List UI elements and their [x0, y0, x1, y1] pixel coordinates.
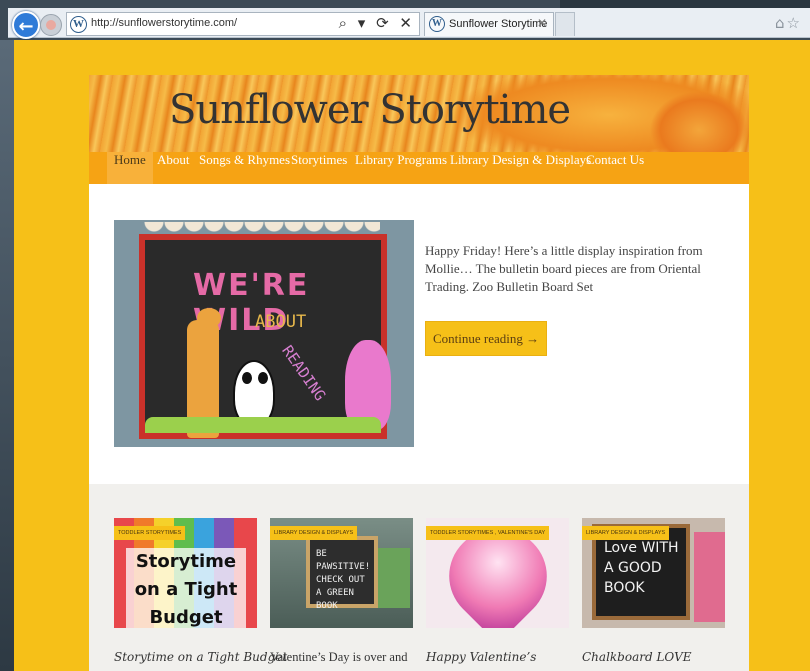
wordpress-icon: W: [429, 16, 445, 32]
board-subtitle-text: ABOUT: [255, 312, 307, 332]
main-nav: Home About Songs & Rhymes Storytimes Lib…: [89, 152, 749, 190]
thumbnail-text: BE PAWSITIVE! CHECK OUT A GREEN BOOK: [316, 549, 371, 611]
post-title[interactable]: Valentine’s Day is over and: [270, 650, 413, 665]
nav-item-library-design-displays[interactable]: Library Design & Displays: [450, 152, 591, 184]
post-thumbnail[interactable]: TODDLER STORYTIMES , VALENTINE'S DAY: [426, 518, 569, 628]
new-tab-button[interactable]: [555, 12, 575, 36]
nav-item-contact-us[interactable]: Contact Us: [586, 152, 644, 184]
post-card[interactable]: Love WITH A GOOD BOOK LIBRARY DESIGN & D…: [582, 518, 725, 664]
page-viewport: Sunflower Storytime Home About Songs & R…: [14, 40, 810, 671]
address-bar[interactable]: W http://sunflowerstorytime.com/ ⌕ ▾ ⟳ ✕: [66, 12, 420, 36]
featured-post-image[interactable]: WE'RE WILD ABOUT READING: [114, 220, 414, 447]
site-container: Sunflower Storytime Home About Songs & R…: [89, 75, 749, 671]
post-excerpt: Happy Friday! Here’s a little display in…: [425, 243, 703, 294]
book-display: [378, 548, 410, 608]
category-tag[interactable]: LIBRARY DESIGN & DISPLAYS: [582, 526, 670, 540]
bulletin-board: WE'RE WILD ABOUT READING: [139, 234, 391, 439]
chalkboard-sign: BE PAWSITIVE! CHECK OUT A GREEN BOOK: [306, 536, 378, 611]
category-tag[interactable]: TODDLER STORYTIMES: [114, 526, 186, 540]
post-thumbnail[interactable]: Storytime on a Tight Budget TODDLER STOR…: [114, 518, 257, 628]
recent-posts-grid: Storytime on a Tight Budget TODDLER STOR…: [89, 484, 749, 671]
thumbnail-text: Love WITH A GOOD BOOK: [604, 540, 679, 596]
nav-item-about[interactable]: About: [157, 152, 190, 184]
post-thumbnail[interactable]: BE PAWSITIVE! CHECK OUT A GREEN BOOK LIB…: [270, 518, 413, 628]
address-url[interactable]: http://sunflowerstorytime.com/: [91, 17, 237, 29]
post-thumbnail[interactable]: Love WITH A GOOD BOOK LIBRARY DESIGN & D…: [582, 518, 725, 628]
grass-border: [145, 417, 381, 433]
continue-reading-button[interactable]: Continue reading →: [425, 321, 548, 356]
nav-item-home[interactable]: Home: [107, 152, 153, 190]
browser-tab[interactable]: W Sunflower Storytime ✕: [424, 12, 554, 36]
nav-item-library-programs[interactable]: Library Programs: [355, 152, 447, 184]
post-title[interactable]: Happy Valentine’s: [426, 650, 569, 664]
post-card[interactable]: TODDLER STORYTIMES , VALENTINE'S DAY Hap…: [426, 518, 569, 664]
post-title[interactable]: Storytime on a Tight Budget: [114, 650, 287, 664]
wordpress-icon: W: [70, 16, 87, 33]
back-arrow-icon[interactable]: ←: [12, 11, 40, 39]
address-controls[interactable]: ⌕ ▾ ⟳ ✕: [339, 14, 415, 32]
post-card[interactable]: Storytime on a Tight Budget TODDLER STOR…: [114, 518, 287, 664]
site-title[interactable]: Sunflower Storytime: [169, 87, 571, 133]
home-favorites-icons[interactable]: ⌂☆: [775, 14, 802, 32]
thumbnail-text: Storytime on a Tight Budget: [126, 548, 246, 628]
tab-title: Sunflower Storytime: [449, 18, 548, 30]
category-tag[interactable]: TODDLER STORYTIMES , VALENTINE'S DAY: [426, 526, 550, 540]
nav-item-storytimes[interactable]: Storytimes: [291, 152, 347, 184]
board-reading-text: READING: [278, 342, 330, 405]
post-card[interactable]: BE PAWSITIVE! CHECK OUT A GREEN BOOK LIB…: [270, 518, 413, 665]
category-tag[interactable]: LIBRARY DESIGN & DISPLAYS: [270, 526, 358, 540]
post-title[interactable]: Chalkboard LOVE: [582, 650, 725, 664]
nav-item-songs-rhymes[interactable]: Songs & Rhymes: [199, 152, 290, 184]
tab-close-icon[interactable]: ✕: [537, 16, 547, 30]
main-content: WE'RE WILD ABOUT READING Happy Friday! H…: [89, 184, 749, 671]
forward-button[interactable]: [40, 14, 62, 36]
book-display: [694, 532, 725, 622]
site-header-banner[interactable]: Sunflower Storytime: [89, 75, 749, 152]
